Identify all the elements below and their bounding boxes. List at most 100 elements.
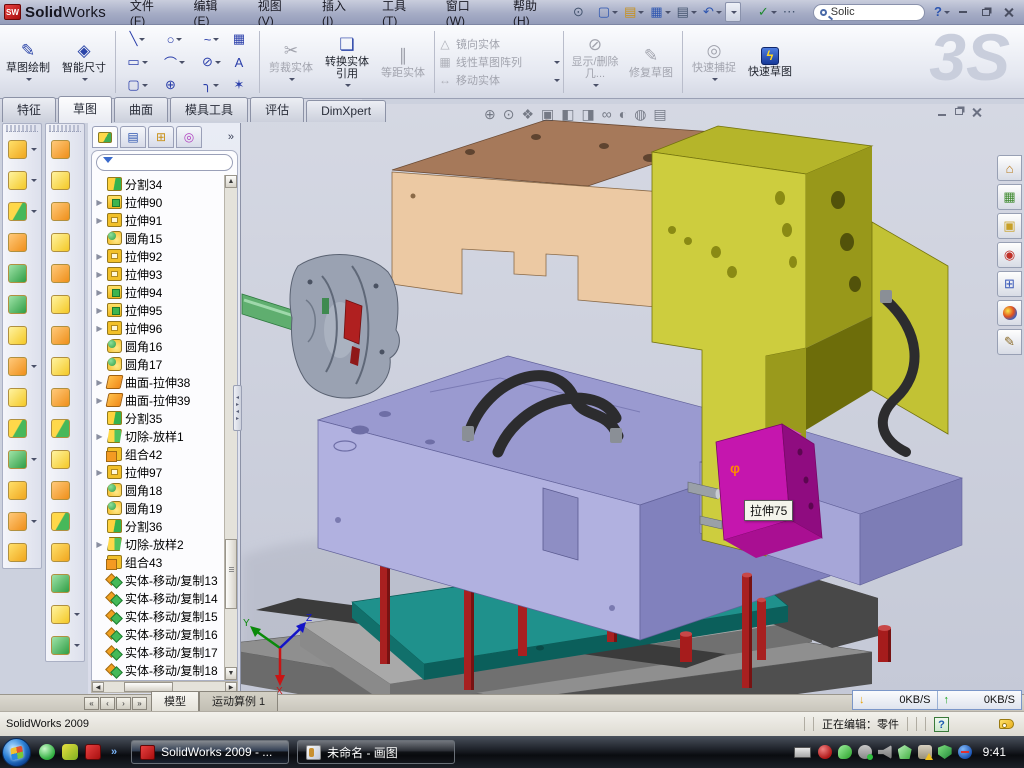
pin-icon[interactable]: ⊙ — [570, 2, 595, 22]
display-style-icon[interactable]: ◨ — [582, 106, 595, 122]
feature-tree-item[interactable]: ▶ 实体-移动/复制15 — [92, 607, 224, 625]
expand-arrow-icon[interactable]: ▶ — [95, 198, 104, 207]
boundary-icon[interactable] — [46, 320, 84, 351]
feature-tree-item[interactable]: ▶ 拉伸97 — [92, 463, 224, 481]
arc-tool-icon[interactable]: ⌒ — [156, 51, 193, 74]
hole-wizard-icon[interactable] — [3, 320, 41, 351]
feature-tree-item[interactable]: ▶ 分割34 — [92, 175, 224, 193]
feature-tree-item[interactable]: ▶ 曲面-拉伸39 — [92, 391, 224, 409]
feature-tree-item[interactable]: ▶ 组合42 — [92, 445, 224, 463]
tab-scroll-button[interactable]: ‹ — [100, 697, 115, 710]
feature-tree-item[interactable]: ▶ 拉伸96 — [92, 319, 224, 337]
status-help-button[interactable]: ? — [934, 717, 949, 732]
rectangle-tool-icon[interactable]: ▭ — [119, 51, 156, 74]
expand-arrow-icon[interactable]: ▶ — [95, 216, 104, 225]
offset-entities-button[interactable]: ∥ 等距实体 — [375, 25, 431, 99]
tree-filter-box[interactable] — [96, 154, 233, 171]
circle-tool-icon[interactable]: ○ — [156, 28, 193, 51]
open-icon[interactable]: ▤ — [621, 2, 647, 22]
resources-tab[interactable]: ⌂ — [997, 155, 1022, 181]
draft-icon[interactable] — [3, 289, 41, 320]
split-icon[interactable] — [3, 413, 41, 444]
trim-entities-button[interactable]: ✂ 剪裁实体 — [263, 25, 319, 99]
command-tab[interactable]: 曲面 — [114, 97, 168, 122]
start-button[interactable] — [2, 738, 31, 767]
panel-splitter[interactable]: ◂▸◂▸ — [233, 385, 242, 431]
feature-tree-item[interactable]: ▶ 分割36 — [92, 517, 224, 535]
mirror-body-icon[interactable] — [46, 475, 84, 506]
feature-tree-item[interactable]: ▶ 拉伸92 — [92, 247, 224, 265]
spline-tool-icon[interactable]: ~ — [193, 28, 230, 51]
task-list-icon[interactable]: ✓ — [755, 2, 780, 22]
rapid-sketch-button[interactable]: ϟ 快速草图 — [742, 25, 798, 99]
smart-dimension-button[interactable]: ◈ 智能尺寸 — [56, 25, 112, 99]
thicken-icon[interactable] — [46, 351, 84, 382]
scroll-thumb[interactable] — [225, 539, 237, 610]
rib-icon[interactable] — [46, 413, 84, 444]
mirror-entities-button[interactable]: △镜向实体 — [438, 36, 560, 52]
line-tool-icon[interactable]: ╲ — [119, 28, 156, 51]
expand-arrow-icon[interactable]: ▶ — [95, 324, 104, 333]
zoom-area-icon[interactable]: ⊙ — [503, 106, 515, 122]
keyboard-layout-icon[interactable] — [794, 747, 811, 758]
feature-tree-item[interactable]: ▶ 实体-移动/复制16 — [92, 625, 224, 643]
document-tab[interactable]: 模型 — [151, 691, 199, 711]
indent-icon[interactable] — [46, 506, 84, 537]
expand-arrow-icon[interactable]: ▶ — [95, 270, 104, 279]
doc-minimize-icon[interactable] — [938, 114, 946, 116]
deform-icon[interactable] — [46, 289, 84, 320]
feature-tree-item[interactable]: ▶ 实体-移动/复制18 — [92, 661, 224, 679]
section-view-icon[interactable]: ▣ — [541, 106, 554, 122]
command-tab[interactable]: 评估 — [250, 97, 304, 122]
command-tab[interactable]: 特征 — [2, 97, 56, 122]
surface-icon[interactable] — [46, 382, 84, 413]
dropdown-caret-icon[interactable] — [665, 11, 671, 17]
feature-tree-item[interactable]: ▶ 实体-移动/复制14 — [92, 589, 224, 607]
appearances-tab[interactable] — [997, 300, 1022, 326]
tray-icon[interactable] — [818, 745, 832, 759]
freeform-icon[interactable] — [46, 630, 84, 661]
wrap-icon[interactable] — [46, 258, 84, 289]
core-icon[interactable] — [46, 568, 84, 599]
fillet-feature-icon[interactable] — [3, 196, 41, 227]
close-button[interactable] — [999, 5, 1018, 20]
flex-icon[interactable] — [46, 599, 84, 630]
shell-icon[interactable] — [3, 258, 41, 289]
hide-show-items-icon[interactable]: ∞ — [602, 106, 612, 122]
linear-pattern-button[interactable]: ▦线性草图阵列 — [438, 54, 560, 70]
tray-icon[interactable] — [918, 745, 932, 759]
feature-tree-item[interactable]: ▶ 拉伸95 — [92, 301, 224, 319]
feature-tree-item[interactable]: ▶ 实体-移动/复制13 — [92, 571, 224, 589]
apply-scene-icon[interactable]: ◍ — [634, 106, 646, 122]
overflow-icon[interactable]: ⋯ — [780, 2, 807, 22]
solidworks-quicklaunch-icon[interactable] — [85, 744, 101, 760]
feature-tree-item[interactable]: ▶ 拉伸91 — [92, 211, 224, 229]
safety-quicklaunch-icon[interactable] — [62, 744, 78, 760]
extruded-boss-icon[interactable] — [3, 134, 41, 165]
zoom-fit-icon[interactable]: ⊕ — [484, 106, 496, 122]
expand-arrow-icon[interactable]: ▶ — [95, 468, 104, 477]
messenger-quicklaunch-icon[interactable] — [39, 744, 55, 760]
chamfer-icon[interactable] — [3, 227, 41, 258]
previous-view-icon[interactable]: ❖ — [521, 106, 534, 122]
feature-tree-item[interactable]: ▶ 拉伸94 — [92, 283, 224, 301]
expand-arrow-icon[interactable]: ▶ — [95, 378, 104, 387]
combine-icon[interactable] — [3, 382, 41, 413]
graphics-viewport[interactable]: φ Y Z X — [240, 104, 1024, 694]
doc-close-icon[interactable] — [972, 108, 981, 117]
new-document-icon[interactable]: ▢ — [595, 2, 621, 22]
document-tab[interactable]: 运动算例 1 — [199, 691, 278, 711]
polygon-tool-icon[interactable]: ⊕ — [156, 74, 193, 97]
extruded-cut-icon[interactable] — [3, 165, 41, 196]
taskbar-button[interactable]: 未命名 - 画图 — [297, 740, 455, 764]
convert-entities-button[interactable]: ❏ 转换实体引用 — [319, 25, 375, 99]
feature-tree-item[interactable]: ▶ 拉伸90 — [92, 193, 224, 211]
dropdown-caret-icon[interactable] — [731, 11, 737, 17]
linear-pattern-icon[interactable] — [3, 351, 41, 382]
command-tab[interactable]: 草图 — [58, 96, 112, 123]
file-explorer-tab[interactable]: ▣ — [997, 213, 1022, 239]
feature-tree-item[interactable]: ▶ 组合43 — [92, 553, 224, 571]
feature-tree-item[interactable]: ▶ 圆角19 — [92, 499, 224, 517]
sketch-fillet-icon[interactable]: ╮ — [193, 74, 230, 97]
taskbar-button[interactable]: SolidWorks 2009 - ... — [131, 740, 289, 764]
